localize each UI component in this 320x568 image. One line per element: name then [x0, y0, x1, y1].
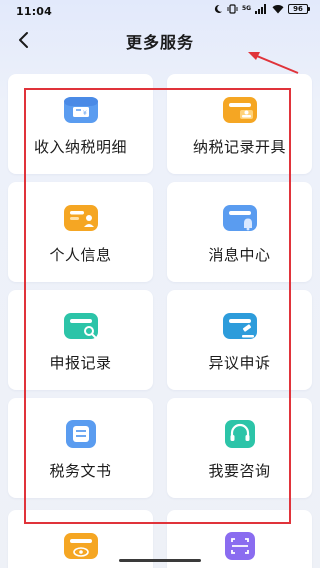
scan-icon	[224, 532, 255, 560]
service-tax-record-issue[interactable]: 纳税记录开具	[167, 74, 312, 174]
service-label: 纳税记录开具	[192, 138, 286, 156]
service-income-tax-detail[interactable]: ¥ 收入纳税明细	[8, 74, 153, 174]
wifi-icon	[272, 5, 284, 14]
service-declaration-record[interactable]: 申报记录	[8, 290, 153, 390]
service-grid: ¥ 收入纳税明细 纳税记录开具 个人信息 消息中心 申报记录 异议申诉 税务文书…	[8, 74, 312, 498]
service-label: 收入纳税明细	[33, 138, 127, 156]
header: 更多服务	[0, 22, 320, 60]
service-personal-info[interactable]: 个人信息	[8, 182, 153, 282]
gesture-navigation-bar[interactable]	[119, 559, 201, 562]
network-type-label: 5G	[242, 5, 252, 12]
status-bar: 11:04 5G 96	[0, 0, 320, 22]
document-icon	[65, 420, 96, 448]
vibrate-icon	[227, 4, 238, 14]
income-card-icon: ¥	[63, 97, 98, 123]
service-label: 我要咨询	[208, 462, 271, 480]
id-card-icon	[63, 205, 98, 231]
moon-icon	[214, 4, 222, 13]
battery-icon: 96	[288, 4, 310, 14]
eye-card-icon	[63, 533, 98, 559]
service-objection-appeal[interactable]: 异议申诉	[167, 290, 312, 390]
headset-icon	[224, 420, 255, 448]
svg-text:¥: ¥	[83, 110, 87, 117]
service-label: 异议申诉	[208, 354, 271, 372]
signal-icon	[255, 4, 266, 14]
certificate-card-icon	[222, 97, 257, 123]
service-label: 个人信息	[49, 246, 112, 264]
gavel-folder-icon	[222, 313, 257, 339]
page-title: 更多服务	[125, 33, 194, 52]
status-icons: 5G 96	[213, 4, 310, 14]
service-label: 申报记录	[49, 354, 112, 372]
service-message-center[interactable]: 消息中心	[167, 182, 312, 282]
status-time: 11:04	[16, 5, 53, 18]
service-label: 税务文书	[49, 462, 112, 480]
service-consultation[interactable]: 我要咨询	[167, 398, 312, 498]
message-bell-icon	[222, 205, 257, 231]
service-tax-documents[interactable]: 税务文书	[8, 398, 153, 498]
service-label: 消息中心	[208, 246, 271, 264]
record-search-icon	[63, 313, 98, 339]
